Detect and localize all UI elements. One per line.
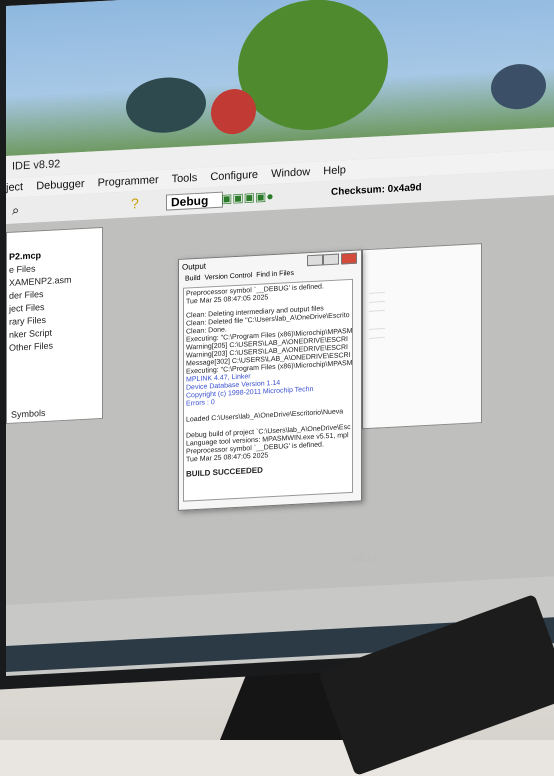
menu-debugger[interactable]: Debugger bbox=[36, 178, 84, 193]
wallpaper-bush bbox=[126, 75, 206, 135]
wallpaper-tree bbox=[238, 0, 388, 134]
tab-build[interactable]: Build bbox=[185, 275, 201, 283]
monitor-screen: IDE v8.92 ject Debugger Programmer Tools… bbox=[6, 0, 554, 677]
help-icon[interactable]: ? bbox=[131, 195, 139, 211]
wallpaper-apple bbox=[211, 87, 256, 136]
build-status: BUILD SUCCEEDED bbox=[186, 465, 263, 479]
maximize-button[interactable] bbox=[323, 253, 339, 266]
minimize-button[interactable] bbox=[307, 254, 323, 267]
output-title: Output bbox=[182, 261, 207, 272]
wallpaper-car bbox=[491, 62, 546, 111]
background-editor-window[interactable]: ········ ········ ········ ········ ········ bbox=[362, 243, 482, 430]
toolbar-build-icons[interactable]: ▣▣▣▣● bbox=[221, 189, 274, 206]
menu-tools[interactable]: Tools bbox=[172, 172, 198, 185]
tab-find-in-files[interactable]: Find in Files bbox=[256, 270, 294, 279]
output-window[interactable]: Output Build Version Control Find in Fil… bbox=[178, 249, 362, 511]
monitor-logo: DELL bbox=[352, 552, 380, 564]
project-tree-pane: P2.mcp e Files XAMENP2.asm der Files jec… bbox=[6, 226, 103, 424]
output-log: Preprocessor symbol `__DEBUG' is defined… bbox=[183, 278, 353, 502]
close-button[interactable] bbox=[341, 252, 357, 265]
menu-project[interactable]: ject bbox=[6, 181, 23, 194]
ide-title: IDE v8.92 bbox=[12, 158, 61, 173]
menu-configure[interactable]: Configure bbox=[210, 169, 258, 184]
tab-symbols[interactable]: Symbols bbox=[9, 407, 46, 422]
checksum-label: Checksum: 0x4a9d bbox=[331, 182, 422, 198]
log-line: Loaded C:\Users\lab_A\OneDrive\Escritori… bbox=[186, 408, 344, 424]
menu-window[interactable]: Window bbox=[271, 166, 310, 180]
tab-version-control[interactable]: Version Control bbox=[204, 272, 252, 282]
binoculars-icon[interactable]: ⌕ bbox=[12, 202, 19, 218]
editor-text: ········ ········ ········ ········ ········ bbox=[369, 290, 385, 342]
menu-programmer[interactable]: Programmer bbox=[98, 174, 159, 189]
menu-help[interactable]: Help bbox=[323, 164, 346, 177]
build-config-select[interactable]: Debug bbox=[166, 191, 224, 211]
